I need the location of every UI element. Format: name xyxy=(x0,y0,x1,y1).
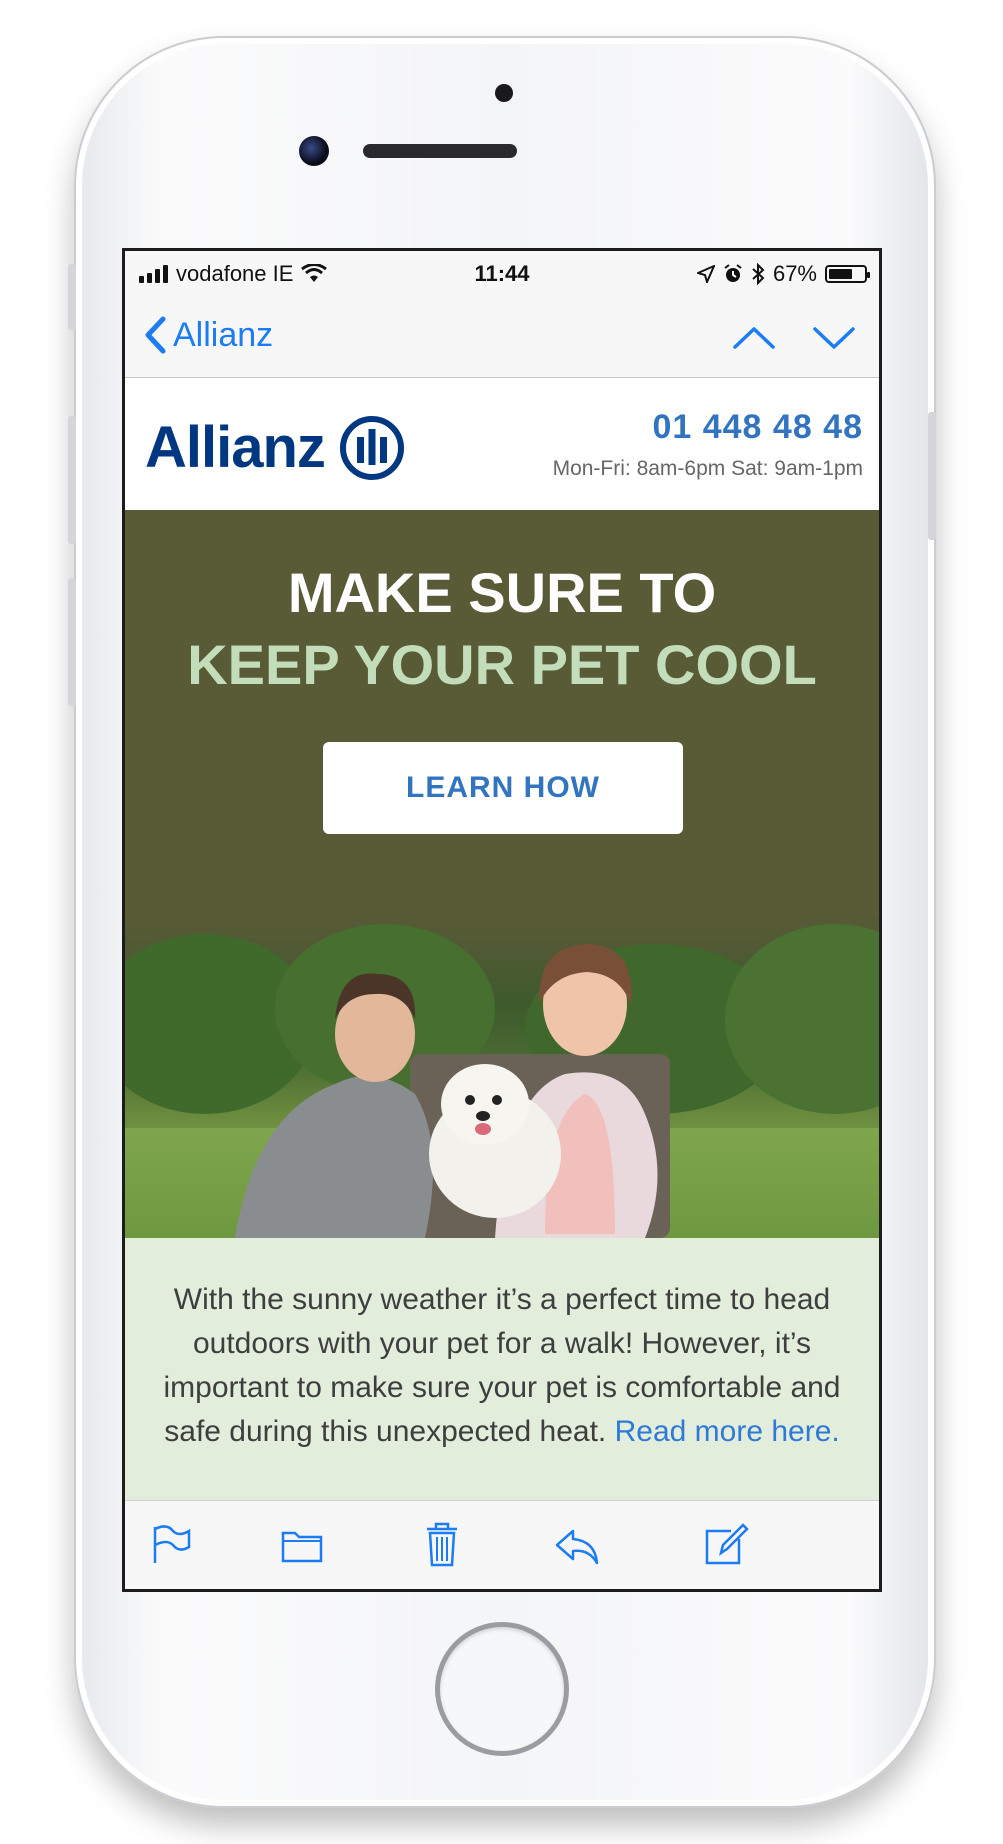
home-button[interactable] xyxy=(435,1622,569,1756)
read-more-link[interactable]: Read more here. xyxy=(615,1415,840,1448)
previous-message-up-icon[interactable] xyxy=(729,317,779,357)
phone-screen: vodafone IE 11:44 67% Allianz Allianz 01… xyxy=(122,248,882,1592)
back-button[interactable]: Allianz xyxy=(143,315,273,355)
front-camera xyxy=(299,136,329,166)
chevron-left-icon xyxy=(145,316,166,354)
reply-icon[interactable] xyxy=(551,1519,601,1569)
mail-nav-bar: Allianz xyxy=(125,295,879,378)
hero-subheadline: KEEP YOUR PET COOL xyxy=(187,633,817,696)
compose-icon[interactable] xyxy=(701,1519,751,1569)
hero-photo-kids-with-dog xyxy=(125,914,879,1238)
email-content: Allianz 01 448 48 48 Mon-Fri: 8am-6pm Sa… xyxy=(125,378,879,1589)
mute-switch xyxy=(68,264,76,330)
earpiece-speaker xyxy=(363,144,517,158)
hero-headline: MAKE SURE TO xyxy=(287,561,717,624)
battery-fill xyxy=(829,269,852,279)
bluetooth-icon xyxy=(752,263,765,285)
brand-name: Allianz xyxy=(145,415,326,480)
mail-toolbar xyxy=(125,1500,879,1589)
back-label: Allianz xyxy=(173,315,274,354)
proximity-sensor xyxy=(495,84,513,102)
battery-icon xyxy=(825,265,870,283)
hero-banner: MAKE SURE TO KEEP YOUR PET COOL LEARN HO… xyxy=(125,510,879,914)
location-arrow-icon xyxy=(696,265,715,283)
opening-hours: Mon-Fri: 8am-6pm Sat: 9am-1pm xyxy=(552,457,863,480)
volume-up-button xyxy=(68,416,76,544)
kids-and-dog-illustration xyxy=(235,944,670,1238)
email-header: Allianz 01 448 48 48 Mon-Fri: 8am-6pm Sa… xyxy=(125,378,879,510)
volume-down-button xyxy=(68,578,76,706)
battery-percent: 67% xyxy=(772,261,817,286)
allianz-eagle-logo-icon xyxy=(339,415,404,480)
power-button xyxy=(928,412,936,540)
allianz-logo: Allianz xyxy=(145,414,405,481)
contact-info: 01 448 48 48 Mon-Fri: 8am-6pm Sat: 9am-1… xyxy=(553,408,863,481)
learn-how-button[interactable]: LEARN HOW xyxy=(323,742,683,834)
phone-number-link[interactable]: 01 448 48 48 xyxy=(553,408,863,447)
next-message-down-icon[interactable] xyxy=(809,317,859,357)
flag-icon[interactable] xyxy=(145,1519,195,1569)
alarm-icon xyxy=(724,264,742,282)
status-bar: vodafone IE 11:44 67% xyxy=(125,251,879,295)
trash-icon[interactable] xyxy=(417,1519,467,1569)
folder-icon[interactable] xyxy=(277,1519,327,1569)
